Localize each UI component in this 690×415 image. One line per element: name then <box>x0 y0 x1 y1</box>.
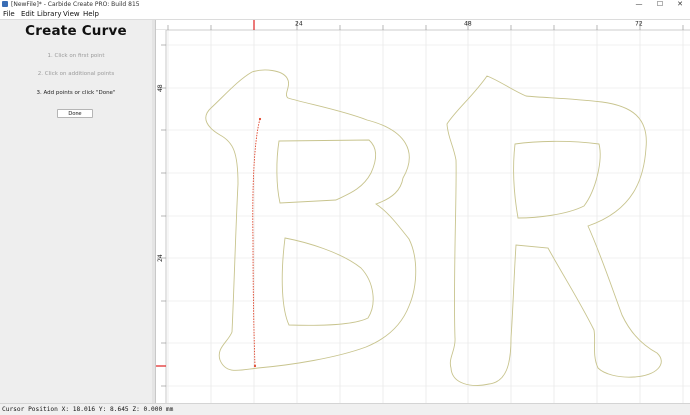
curve-point[interactable] <box>258 117 262 121</box>
step-3: 3. Add points or click "Done" <box>36 90 116 96</box>
top-ruler-label-24: 24 <box>295 21 303 28</box>
curve-point[interactable] <box>253 364 257 368</box>
window-title: [NewFile]* - Carbide Create PRO: Build 8… <box>11 1 140 8</box>
cursor-position-readout: Cursor Position X: 18.016 Y: 8.645 Z: 0.… <box>2 406 174 413</box>
step-1: 1. Click on first point <box>47 53 105 59</box>
letter-b-outline[interactable] <box>205 69 417 371</box>
canvas-svg[interactable]: 24 48 72 48 24 <box>156 20 690 403</box>
maximize-button[interactable]: ☐ <box>651 0 669 9</box>
step-2: 2. Click on additional points <box>37 71 115 77</box>
app-icon <box>2 1 8 7</box>
top-ruler[interactable]: 24 48 72 <box>156 20 690 31</box>
done-button[interactable]: Done <box>57 109 93 118</box>
tool-panel: Create Curve 1. Click on first point 2. … <box>0 20 153 403</box>
menu-file[interactable]: File <box>3 9 15 19</box>
status-bar: Cursor Position X: 18.016 Y: 8.645 Z: 0.… <box>0 403 690 415</box>
minimize-button[interactable]: — <box>630 0 648 9</box>
top-ruler-label-72: 72 <box>635 21 643 28</box>
left-ruler-label-48: 48 <box>157 84 164 92</box>
grid <box>166 30 690 403</box>
menu-bar: File Edit Library View Help <box>0 9 690 20</box>
panel-title: Create Curve <box>25 23 127 39</box>
menu-library[interactable]: Library <box>37 9 61 19</box>
left-ruler-label-24: 24 <box>157 254 164 262</box>
menu-edit[interactable]: Edit <box>21 9 35 19</box>
left-ruler[interactable]: 48 24 <box>156 30 167 403</box>
design-canvas[interactable]: 24 48 72 48 24 <box>156 20 690 403</box>
menu-view[interactable]: View <box>63 9 80 19</box>
close-button[interactable]: ✕ <box>671 0 689 9</box>
top-ruler-label-48: 48 <box>464 21 472 28</box>
menu-help[interactable]: Help <box>83 9 99 19</box>
